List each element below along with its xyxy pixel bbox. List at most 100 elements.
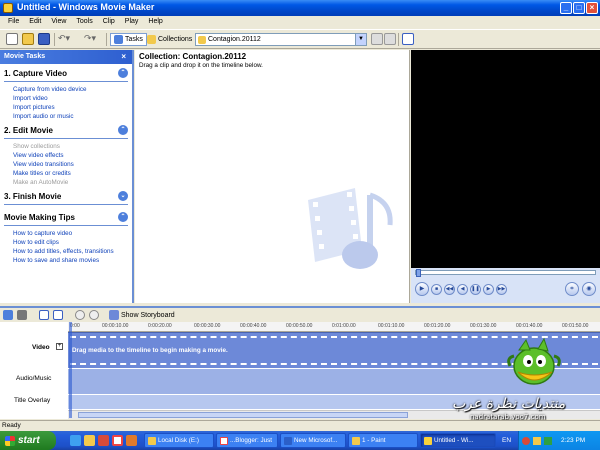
chevron-down-icon[interactable]: ▼ [355,34,366,45]
menu-tools[interactable]: Tools [71,16,97,29]
taskbar-button-blogger[interactable]: ...Blogger: Just [216,433,278,448]
tip-capture-video[interactable]: How to capture video [0,229,132,238]
minimize-button[interactable]: _ [560,2,572,14]
tip-add-titles[interactable]: How to add titles, effects, transitions [0,247,132,256]
close-button[interactable]: × [586,2,598,14]
movie-maker-watermark-icon [308,188,393,269]
collection-pane[interactable]: Collection: Contagion.20112 Drag a clip … [135,50,410,303]
maximize-button[interactable]: □ [573,2,585,14]
taskbar-button-word[interactable]: New Microsof... [280,433,346,448]
expand-down-icon[interactable]: ⌄ [118,191,128,201]
system-tray: 2:23 PM [518,431,600,450]
task-import-pictures[interactable]: Import pictures [0,103,132,112]
task-make-titles[interactable]: Make titles or credits [0,169,132,178]
section-finish-movie[interactable]: 3. Finish Movie ⌄ [0,187,132,204]
forward-icon[interactable]: ▶ [483,283,494,295]
previous-frame-icon[interactable]: ◀◀ [444,283,455,295]
collapse-up-icon[interactable]: ⌃ [118,68,128,78]
chrome-icon[interactable] [112,435,123,446]
up-level-icon[interactable] [371,33,383,45]
folder-icon [148,436,156,445]
tasks-button[interactable]: Tasks [110,33,147,46]
ruler-tick: 00:00:50.00 [286,323,313,329]
menu-view[interactable]: View [46,16,71,29]
tip-save-share[interactable]: How to save and share movies [0,256,132,265]
collapse-up-icon[interactable]: ⌃ [118,125,128,135]
clock[interactable]: 2:23 PM [561,437,585,444]
taskbar-button-label: New Microsof... [294,437,338,444]
next-frame-icon[interactable]: ▶▶ [496,283,507,295]
folder-icon [198,35,206,44]
collections-label: Collections [158,36,193,43]
show-storyboard-button[interactable]: Show Storyboard [109,310,175,320]
open-project-icon[interactable] [22,33,34,45]
start-button[interactable]: start [0,431,56,450]
undo-icon[interactable]: ↶▾ [58,33,70,46]
language-indicator[interactable]: EN [502,437,511,444]
scrollbar-thumb[interactable] [78,412,408,418]
menu-clip[interactable]: Clip [98,16,120,29]
rewind-icon[interactable]: ◀ [457,283,468,295]
window-title: Untitled - Windows Movie Maker [17,2,155,12]
rewind-timeline-icon[interactable] [75,310,85,320]
play-timeline-icon[interactable] [89,310,99,320]
task-capture-from-device[interactable]: Capture from video device [0,85,132,94]
stop-icon[interactable]: ■ [431,283,442,295]
word-icon [284,436,292,445]
new-project-icon[interactable] [6,33,18,45]
explorer-icon[interactable] [84,435,95,446]
internet-explorer-icon[interactable] [70,435,81,446]
ruler-tick: 00:01:10.00 [378,323,405,329]
menu-edit[interactable]: Edit [24,16,46,29]
redo-icon[interactable]: ↷▾ [84,33,96,46]
taskbar-button-movie-maker[interactable]: Untitled - Wi... [420,433,496,448]
section-capture-video[interactable]: 1. Capture Video ⌃ [0,64,132,81]
media-icon[interactable] [98,435,109,446]
title-bar[interactable]: Untitled - Windows Movie Maker _ □ × [0,0,600,16]
menu-file[interactable]: File [3,16,24,29]
split-clip-icon[interactable]: ⌗ [565,282,579,296]
overlay-track-label: Title Overlay [14,397,51,404]
taskbar-button-label: 1 - Paint [362,437,386,444]
tip-edit-clips[interactable]: How to edit clips [0,238,132,247]
network-icon[interactable] [533,436,541,445]
collapse-up-icon[interactable]: ⌃ [118,212,128,222]
save-project-icon[interactable] [38,33,50,45]
collections-button[interactable]: Collections [143,33,196,46]
narrate-timeline-icon[interactable] [17,310,27,320]
ruler-tick: 00:00:40.00 [240,323,267,329]
set-audio-levels-icon[interactable] [3,310,13,320]
collection-dropdown-value: Contagion.20112 [208,36,261,43]
zoom-out-icon[interactable] [53,310,63,320]
task-show-collections: Show collections [13,143,60,150]
section-edit-movie[interactable]: 2. Edit Movie ⌃ [0,121,132,138]
collection-dropdown[interactable]: Contagion.20112 ▼ [195,33,367,46]
firefox-icon[interactable] [126,435,137,446]
task-import-video[interactable]: Import video [0,94,132,103]
task-import-audio[interactable]: Import audio or music [0,112,132,121]
views-icon[interactable] [402,33,414,45]
pause-icon[interactable]: ❚❚ [470,283,481,295]
taskbar-button-paint[interactable]: 1 - Paint [348,433,418,448]
section-movie-tips[interactable]: Movie Making Tips ⌃ [0,208,132,225]
task-view-video-effects[interactable]: View video effects [0,151,132,160]
security-icon[interactable] [522,436,530,445]
snapshot-icon[interactable]: ◉ [582,282,596,296]
movie-maker-icon [3,3,13,13]
expand-track-icon[interactable]: + [56,343,63,350]
volume-icon[interactable] [544,436,552,445]
playhead[interactable] [69,322,72,418]
timeline-ruler[interactable]: 0:00 00:00:10.00 0:00:20.00 00:00:30.00 … [68,322,600,332]
zoom-in-icon[interactable] [39,310,49,320]
play-icon[interactable]: ▶ [415,282,429,296]
menu-help[interactable]: Help [143,16,167,29]
menu-play[interactable]: Play [120,16,144,29]
seek-bar[interactable] [415,269,596,277]
close-icon[interactable]: × [121,52,126,61]
task-view-video-transitions[interactable]: View video transitions [0,160,132,169]
ruler-tick: 00:01:40.00 [516,323,543,329]
taskbar-button-local-disk[interactable]: Local Disk (E:) [144,433,214,448]
new-collection-icon[interactable] [384,33,396,45]
preview-screen [411,50,600,268]
seek-thumb[interactable] [416,269,421,277]
